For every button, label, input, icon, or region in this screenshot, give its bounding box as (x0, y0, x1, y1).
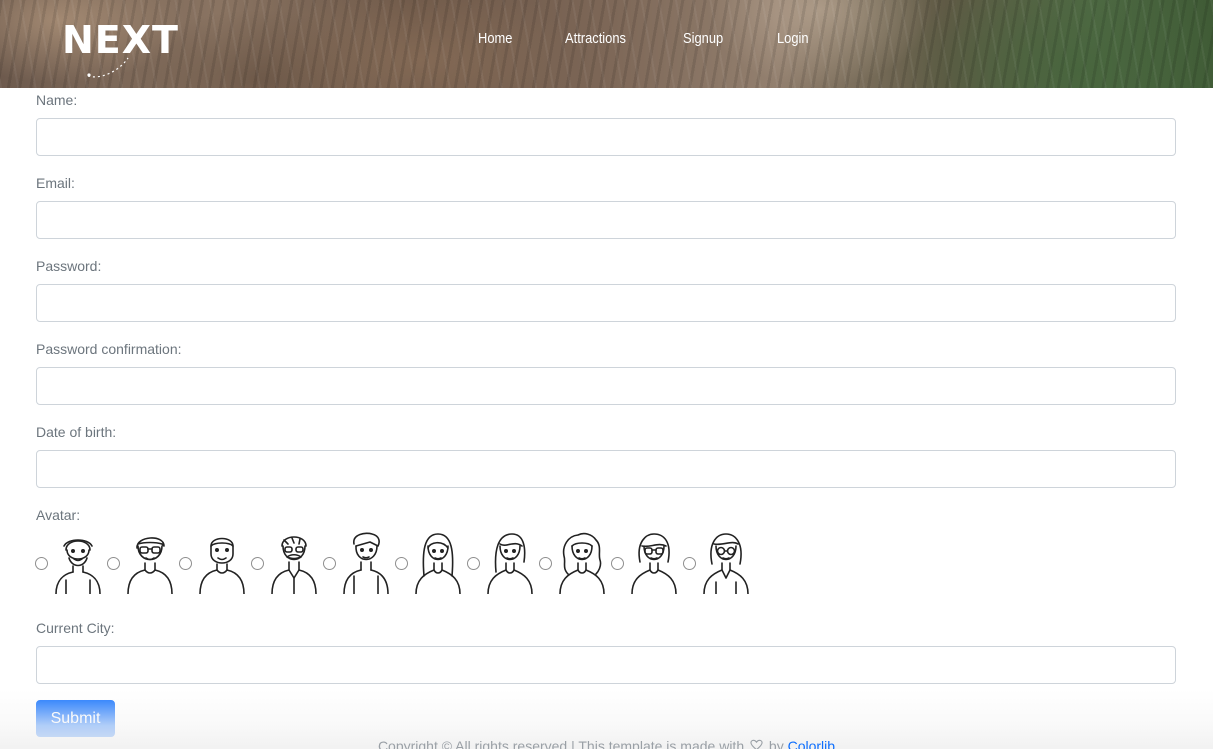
avatar-radio-2[interactable] (107, 557, 120, 570)
nav-signup-link[interactable]: Signup (683, 28, 723, 50)
avatar-option-4[interactable] (250, 532, 322, 594)
young-man-avatar-icon (343, 532, 389, 594)
footer-by-text: by (768, 738, 784, 749)
avatar-option-10[interactable] (682, 532, 754, 594)
password-confirmation-input[interactable] (36, 367, 1176, 405)
avatar-options (34, 532, 764, 594)
woman-curly-hair-avatar-icon (559, 532, 605, 594)
avatar-option-2[interactable] (106, 532, 178, 594)
dob-label: Date of birth: (36, 424, 117, 440)
password-label: Password: (36, 258, 102, 274)
colorlib-link[interactable]: Colorlib (788, 738, 835, 749)
avatar-option-6[interactable] (394, 532, 466, 594)
avatar-option-5[interactable] (322, 532, 394, 594)
man-glasses-avatar-icon (127, 537, 173, 594)
woman-side-hair-avatar-icon (487, 533, 533, 594)
avatar-radio-10[interactable] (683, 557, 696, 570)
city-label: Current City: (36, 620, 115, 636)
avatar-option-8[interactable] (538, 532, 610, 594)
avatar-option-1[interactable] (34, 532, 106, 594)
avatar-radio-9[interactable] (611, 557, 624, 570)
footer-copyright-text: Copyright © All rights reserved | This t… (377, 738, 745, 749)
man-beard-avatar-icon (199, 537, 245, 594)
avatar-radio-7[interactable] (467, 557, 480, 570)
nav-login-link[interactable]: Login (777, 28, 809, 50)
avatar-radio-5[interactable] (323, 557, 336, 570)
avatar-radio-1[interactable] (35, 557, 48, 570)
footer: Copyright © All rights reserved | This t… (0, 737, 1213, 749)
name-input[interactable] (36, 118, 1176, 156)
password-confirmation-label: Password confirmation: (36, 341, 182, 357)
dob-input[interactable] (36, 450, 1176, 488)
name-label: Name: (36, 92, 78, 108)
woman-glasses-avatar-icon (631, 533, 677, 594)
old-man-beard-avatar-icon (55, 539, 101, 594)
site-header: NEXT Home Attractions Signup Login (0, 0, 1213, 88)
avatar-label: Avatar: (36, 507, 81, 523)
avatar-option-3[interactable] (178, 532, 250, 594)
avatar-option-9[interactable] (610, 532, 682, 594)
logo-plane-trail-icon (87, 57, 129, 78)
heart-icon (750, 737, 763, 749)
man-mustache-avatar-icon (271, 536, 317, 594)
nav-attractions-link[interactable]: Attractions (565, 28, 626, 50)
avatar-radio-6[interactable] (395, 557, 408, 570)
submit-button[interactable]: Submit (36, 700, 115, 737)
avatar-radio-3[interactable] (179, 557, 192, 570)
woman-long-hair-avatar-icon (415, 533, 461, 594)
woman-glasses-bob-avatar-icon (703, 533, 749, 594)
avatar-option-7[interactable] (466, 532, 538, 594)
email-input[interactable] (36, 201, 1176, 239)
site-logo[interactable]: NEXT (62, 18, 188, 80)
password-input[interactable] (36, 284, 1176, 322)
email-label: Email: (36, 175, 75, 191)
city-input[interactable] (36, 646, 1176, 684)
nav-home-link[interactable]: Home (478, 28, 512, 50)
avatar-radio-4[interactable] (251, 557, 264, 570)
avatar-radio-8[interactable] (539, 557, 552, 570)
